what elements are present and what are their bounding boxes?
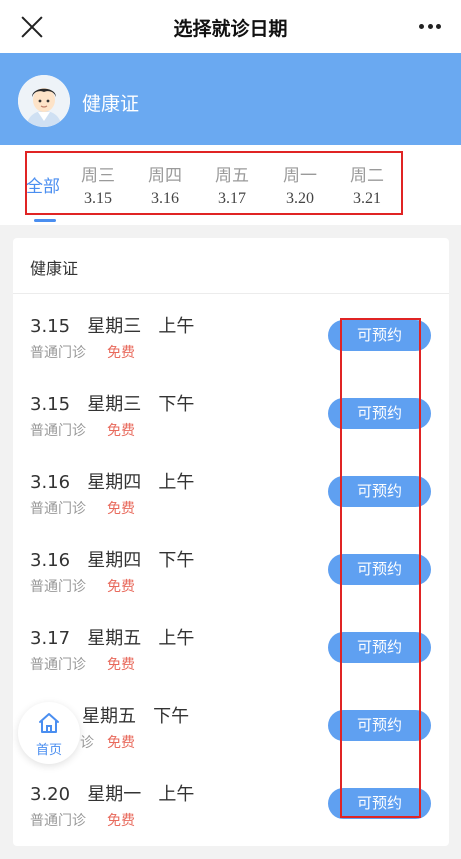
- slot-fee: 免费: [107, 735, 135, 751]
- profile-name: 健康证: [82, 93, 140, 115]
- slot-type: 普通门诊: [30, 345, 86, 361]
- slot-type: 普通门诊: [30, 423, 86, 439]
- slot-type: 普通门诊: [30, 501, 86, 517]
- slot-datetime: 3.15 星期三 下午: [30, 390, 194, 416]
- slot-fee: 免费: [107, 345, 135, 361]
- slot-datetime: 3.16 星期四 下午: [30, 546, 194, 572]
- slot-weekday: 星期五: [87, 628, 142, 649]
- slot-datetime: 3.20 星期一 上午: [30, 780, 194, 806]
- active-tab-indicator: [34, 219, 56, 222]
- slot-weekday: 星期一: [87, 784, 142, 805]
- slot-type: 普通门诊: [30, 579, 86, 595]
- doctor-avatar: [18, 75, 70, 127]
- nav-bar: 选择就诊日期: [0, 0, 461, 53]
- slot-weekday: 星期四: [87, 550, 142, 571]
- slot-date: 3.17: [30, 628, 71, 649]
- card-title: 健康证: [30, 259, 79, 278]
- slot-date: 3.15: [30, 394, 71, 415]
- slot-period: 下午: [158, 550, 195, 571]
- home-button[interactable]: 首页: [18, 702, 80, 764]
- slot-fee: 免费: [107, 579, 135, 595]
- card-header: 健康证: [13, 238, 449, 294]
- slot-period: 上午: [158, 628, 195, 649]
- date-tab-bar: 全部 周三 3.15 周四 3.16 周五 3.17 周一 3.20 周二 3.…: [0, 145, 461, 225]
- slot-date: 3.16: [30, 550, 71, 571]
- slot-fee: 免费: [107, 813, 135, 829]
- slot-datetime: 3.15 星期三 上午: [30, 312, 194, 338]
- slot-weekday: 星期三: [87, 316, 142, 337]
- slot-datetime: 3.17 星期五 上午: [30, 624, 194, 650]
- slot-datetime: 星期五 下午: [82, 702, 189, 728]
- slot-period: 下午: [153, 706, 190, 727]
- more-icon[interactable]: [419, 24, 441, 30]
- home-icon: [39, 713, 59, 733]
- slot-date: 3.20: [30, 784, 71, 805]
- home-label: 首页: [35, 743, 62, 758]
- slot-date: 3.15: [30, 316, 71, 337]
- slot-period: 上午: [158, 784, 195, 805]
- slot-type: 诊: [80, 735, 94, 751]
- slot-weekday: 星期四: [87, 472, 142, 493]
- profile-banner: 健康证: [0, 53, 461, 145]
- slot-period: 上午: [158, 316, 195, 337]
- slot-fee: 免费: [107, 423, 135, 439]
- slot-weekday: 星期五: [82, 706, 136, 727]
- slot-datetime: 3.16 星期四 上午: [30, 468, 194, 494]
- slot-fee: 免费: [107, 501, 135, 517]
- slot-type: 普通门诊: [30, 813, 86, 829]
- slot-type: 普通门诊: [30, 657, 86, 673]
- page-title: 选择就诊日期: [173, 18, 288, 40]
- slot-date: 3.16: [30, 472, 71, 493]
- slot-period: 下午: [158, 394, 195, 415]
- slot-period: 上午: [158, 472, 195, 493]
- highlight-box-dates: [25, 151, 403, 215]
- slot-weekday: 星期三: [87, 394, 142, 415]
- highlight-box-buttons: [340, 318, 421, 818]
- slot-fee: 免费: [107, 657, 135, 673]
